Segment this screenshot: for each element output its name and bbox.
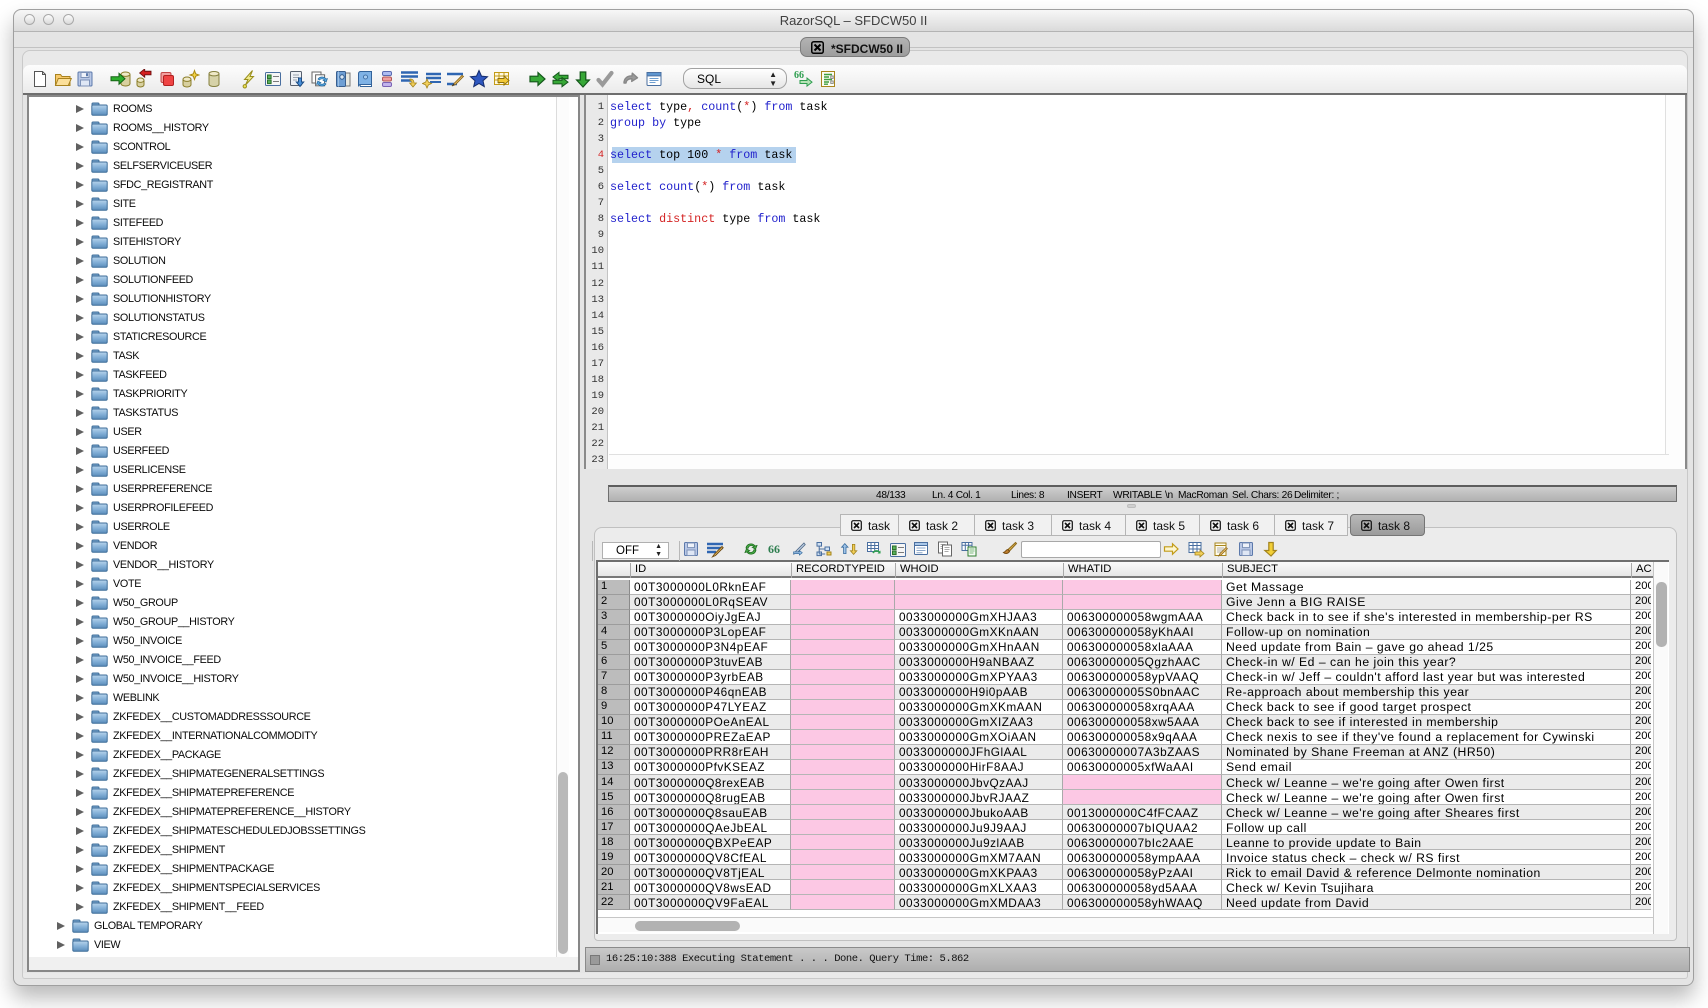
svg-text:66: 66 — [768, 542, 780, 556]
svg-text:66: 66 — [794, 70, 804, 81]
